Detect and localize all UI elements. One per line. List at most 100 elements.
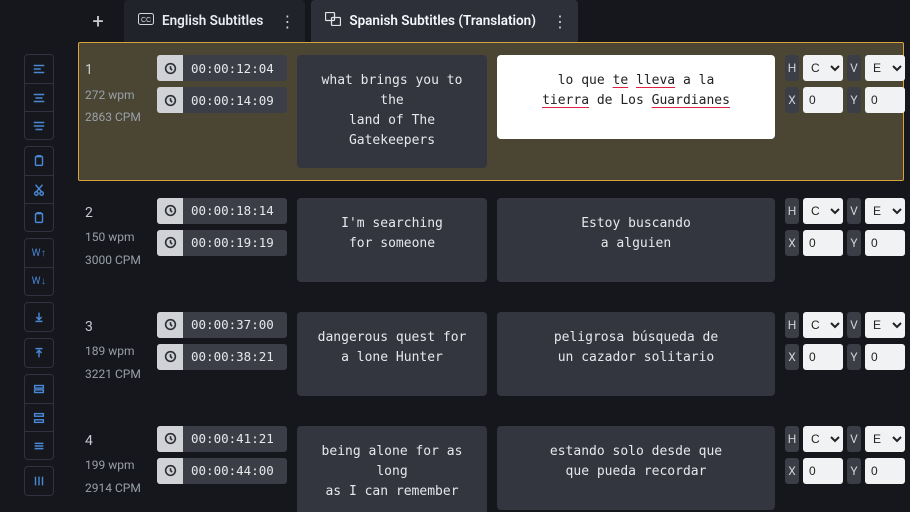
subtitle-row[interactable]: 1272 wpm2863 CPM00:00:12:0400:00:14:09wh… <box>78 42 904 181</box>
h-select[interactable]: C <box>803 426 843 452</box>
h-label: H <box>785 426 799 452</box>
row-meta: 3189 wpm3221 CPM <box>85 312 147 386</box>
x-input[interactable] <box>803 230 843 256</box>
row-timecodes: 00:00:37:00 00:00:38:21 <box>157 312 287 370</box>
h-select[interactable]: C <box>803 198 843 224</box>
h-select[interactable]: C <box>803 312 843 338</box>
stack-1-button[interactable] <box>25 375 53 403</box>
subtitle-rows: 1272 wpm2863 CPM00:00:12:0400:00:14:09wh… <box>78 42 910 512</box>
source-text[interactable]: being alone for as long as I can remembe… <box>297 426 487 512</box>
h-label: H <box>785 55 799 81</box>
subtitle-row[interactable]: 3189 wpm3221 CPM 00:00:37:00 00:00:38:21 da… <box>78 299 904 409</box>
v-label: V <box>847 312 861 338</box>
v-label: V <box>847 55 861 81</box>
clock-icon <box>157 426 183 452</box>
stack-2-button[interactable] <box>25 403 53 431</box>
word-down-button[interactable]: W↓ <box>25 267 53 295</box>
source-text[interactable]: I'm searching for someone <box>297 198 487 282</box>
align-left-2-button[interactable] <box>25 83 53 111</box>
tab-english[interactable]: CC English Subtitles ⋮ <box>124 0 305 42</box>
copy-button[interactable] <box>25 147 53 175</box>
target-text[interactable]: Estoy buscando a alguien <box>497 198 775 282</box>
target-text[interactable]: peligrosa búsqueda de un cazador solitar… <box>497 312 775 396</box>
v-label: V <box>847 198 861 224</box>
row-cpm: 2914 CPM <box>85 477 147 500</box>
y-label: Y <box>847 87 861 113</box>
toolbar-group-word: W↑ W↓ <box>24 238 54 296</box>
y-label: Y <box>847 344 861 370</box>
row-timecodes: 00:00:41:21 00:00:44:00 <box>157 426 287 484</box>
timecode-value: 00:00:37:00 <box>183 317 287 332</box>
timecode-out[interactable]: 00:00:19:19 <box>157 230 287 256</box>
spellcheck-word[interactable]: lleva <box>636 73 675 88</box>
toolbar-group-stack <box>24 374 54 460</box>
v-select[interactable]: E <box>865 198 905 224</box>
timecode-value: 00:00:19:19 <box>183 235 287 250</box>
row-meta: 2150 wpm3000 CPM <box>85 198 147 272</box>
tab-menu-button[interactable]: ⋮ <box>548 9 572 33</box>
y-input[interactable] <box>865 344 905 370</box>
y-input[interactable] <box>865 230 905 256</box>
spellcheck-word[interactable]: te <box>613 73 629 88</box>
tab-bar: + CC English Subtitles ⋮ Spanish Subtitl… <box>78 0 910 42</box>
y-label: Y <box>847 230 861 256</box>
y-input[interactable] <box>865 458 905 484</box>
row-meta: 4199 wpm2914 CPM <box>85 426 147 500</box>
row-index: 1 <box>85 57 147 84</box>
timecode-out[interactable]: 00:00:14:09 <box>157 87 287 113</box>
timecode-in[interactable]: 00:00:37:00 <box>157 312 287 338</box>
cut-button[interactable] <box>25 175 53 203</box>
timecode-value: 00:00:41:21 <box>183 431 287 446</box>
h-select[interactable]: C <box>803 55 843 81</box>
tab-label: Spanish Subtitles (Translation) <box>349 13 536 29</box>
row-index: 2 <box>85 200 147 227</box>
x-input[interactable] <box>803 458 843 484</box>
svg-text:CC: CC <box>141 17 151 24</box>
y-input[interactable] <box>865 87 905 113</box>
spellcheck-word[interactable]: tierra <box>542 93 589 108</box>
clock-icon <box>157 55 183 81</box>
timecode-out[interactable]: 00:00:38:21 <box>157 344 287 370</box>
row-index: 4 <box>85 428 147 455</box>
tab-spanish[interactable]: Spanish Subtitles (Translation) ⋮ <box>311 0 578 42</box>
x-input[interactable] <box>803 87 843 113</box>
h-label: H <box>785 198 799 224</box>
x-label: X <box>785 344 799 370</box>
send-up-button[interactable] <box>25 339 53 367</box>
subtitle-row[interactable]: 2150 wpm3000 CPM 00:00:18:14 00:00:19:19 I'… <box>78 185 904 295</box>
word-up-button[interactable]: W↑ <box>25 239 53 267</box>
paste-button[interactable] <box>25 203 53 231</box>
timecode-value: 00:00:14:09 <box>183 93 287 108</box>
clock-icon <box>157 198 183 224</box>
send-down-button[interactable] <box>25 303 53 331</box>
source-text[interactable]: dangerous quest for a lone Hunter <box>297 312 487 396</box>
bars-button[interactable] <box>25 467 53 495</box>
timecode-in[interactable]: 00:00:41:21 <box>157 426 287 452</box>
align-left-3-button[interactable] <box>25 111 53 139</box>
add-tab-button[interactable]: + <box>78 0 118 42</box>
v-select[interactable]: E <box>865 426 905 452</box>
subtitle-row[interactable]: 4199 wpm2914 CPM 00:00:41:21 00:00:44:00 be… <box>78 413 904 512</box>
spellcheck-word[interactable]: Guardianes <box>652 93 730 108</box>
tab-menu-button[interactable]: ⋮ <box>275 9 299 33</box>
align-left-1-button[interactable] <box>25 55 53 83</box>
clock-icon <box>157 458 183 484</box>
row-wpm: 150 wpm <box>85 226 147 249</box>
timecode-out[interactable]: 00:00:44:00 <box>157 458 287 484</box>
stack-3-button[interactable] <box>25 431 53 459</box>
v-select[interactable]: E <box>865 312 905 338</box>
timecode-in[interactable]: 00:00:18:14 <box>157 198 287 224</box>
main-panel: + CC English Subtitles ⋮ Spanish Subtitl… <box>78 0 910 512</box>
x-input[interactable] <box>803 344 843 370</box>
target-text[interactable]: estando solo desde que que pueda recorda… <box>497 426 775 510</box>
toolbar-group-arrow-up <box>24 338 54 368</box>
source-text[interactable]: what brings you to the land of The Gatek… <box>297 55 487 168</box>
timecode-value: 00:00:18:14 <box>183 203 287 218</box>
toolbar-group-align <box>24 54 54 140</box>
v-select[interactable]: E <box>865 55 905 81</box>
timecode-in[interactable]: 00:00:12:04 <box>157 55 287 81</box>
row-cpm: 2863 CPM <box>85 106 147 129</box>
target-text[interactable]: lo que te lleva a la tierra de Los Guard… <box>497 55 775 139</box>
clock-icon <box>157 230 183 256</box>
timecode-value: 00:00:38:21 <box>183 349 287 364</box>
